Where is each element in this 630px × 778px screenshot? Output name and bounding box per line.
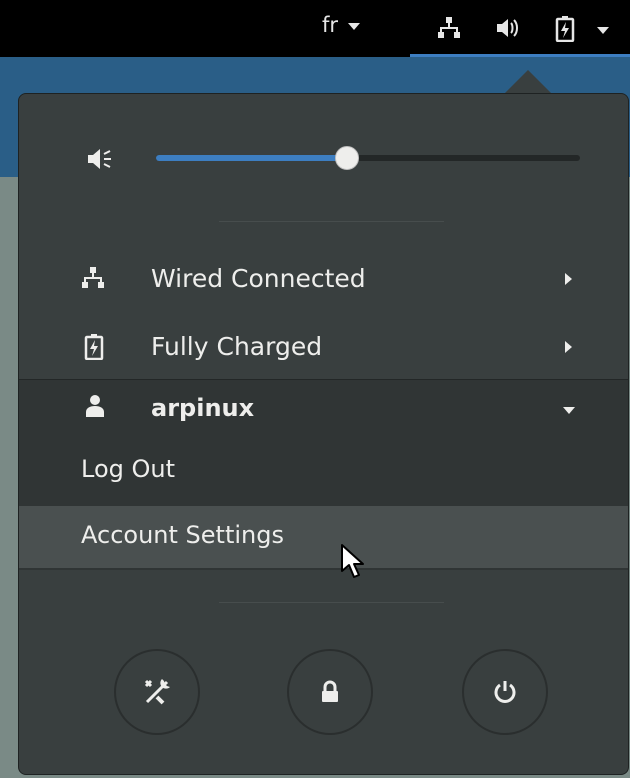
volume-low-icon xyxy=(86,146,114,176)
wired-connected-item[interactable]: Wired Connected xyxy=(19,250,628,308)
system-menu-popup: Wired Connected Fully Charged arpinux Lo… xyxy=(18,93,629,775)
network-wired-icon[interactable] xyxy=(437,16,461,44)
power-button[interactable] xyxy=(462,649,548,735)
active-indicator xyxy=(410,54,630,57)
battery-charging-icon xyxy=(84,334,104,364)
volume-row xyxy=(19,144,628,174)
chevron-down-icon xyxy=(563,407,575,414)
volume-slider-handle[interactable] xyxy=(335,146,359,170)
user-menu-header[interactable]: arpinux xyxy=(19,380,628,438)
user-section: arpinux Log Out Account Settings xyxy=(19,379,628,570)
mouse-pointer-icon xyxy=(340,543,366,585)
language-caret-icon xyxy=(348,22,361,30)
lock-button[interactable] xyxy=(287,649,373,735)
system-menu-caret-icon[interactable] xyxy=(597,27,609,34)
user-name: arpinux xyxy=(151,394,255,422)
account-settings-label: Account Settings xyxy=(81,521,284,549)
battery-charging-icon[interactable] xyxy=(555,16,575,46)
separator xyxy=(219,602,444,603)
wired-connected-label: Wired Connected xyxy=(151,264,366,293)
popup-arrow xyxy=(504,70,552,94)
chevron-right-icon xyxy=(565,273,572,285)
language-indicator[interactable]: fr xyxy=(322,13,361,37)
top-bar: fr xyxy=(0,0,630,57)
user-avatar-icon xyxy=(85,394,105,422)
volume-slider-fill xyxy=(156,155,347,161)
log-out-label: Log Out xyxy=(81,455,176,483)
fully-charged-item[interactable]: Fully Charged xyxy=(19,318,628,376)
network-wired-icon xyxy=(81,266,105,294)
separator xyxy=(219,221,444,222)
fully-charged-label: Fully Charged xyxy=(151,332,323,361)
log-out-item[interactable]: Log Out xyxy=(19,440,628,502)
account-settings-item[interactable]: Account Settings xyxy=(19,506,628,568)
settings-button[interactable] xyxy=(114,649,200,735)
volume-icon[interactable] xyxy=(495,16,521,44)
chevron-right-icon xyxy=(565,341,572,353)
language-label: fr xyxy=(322,13,339,37)
